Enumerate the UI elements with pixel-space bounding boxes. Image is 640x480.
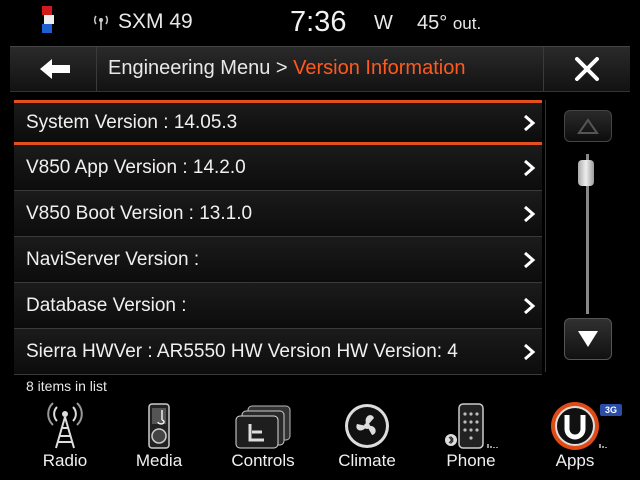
close-icon bbox=[575, 57, 599, 81]
network-badge: 3G bbox=[600, 404, 622, 416]
chevron-right-icon bbox=[524, 114, 536, 132]
page-title: Engineering Menu > Version Information bbox=[108, 57, 465, 80]
breadcrumb-current: Version Information bbox=[293, 57, 466, 79]
scroll-up-button[interactable] bbox=[564, 110, 612, 142]
nav-media-label: Media bbox=[135, 451, 183, 470]
back-arrow-icon bbox=[40, 59, 70, 79]
list-item-label: System Version : 14.05.3 bbox=[26, 112, 238, 133]
list-item-label: V850 App Version : 14.2.0 bbox=[26, 157, 246, 178]
nav-controls-label: Controls bbox=[231, 451, 295, 470]
version-list: System Version : 14.05.3 V850 App Versio… bbox=[14, 100, 542, 375]
satellite-radio-icon bbox=[93, 15, 109, 30]
radio-station[interactable]: SXM 49 bbox=[118, 10, 193, 34]
seat-controls-icon bbox=[235, 405, 291, 449]
chevron-right-icon bbox=[524, 205, 536, 223]
nav-radio-label: Radio bbox=[42, 451, 88, 470]
chevron-right-icon bbox=[524, 343, 536, 361]
nav-climate[interactable]: Climate bbox=[322, 396, 412, 480]
status-bar: SXM 49 7:36 W 45° out. bbox=[0, 0, 640, 46]
list-item[interactable]: Database Version : bbox=[14, 283, 542, 329]
list-item-label: Database Version : bbox=[26, 295, 187, 316]
list-item-label: V850 Boot Version : 13.1.0 bbox=[26, 203, 253, 224]
nav-climate-label: Climate bbox=[338, 451, 396, 470]
outside-temperature: 45° out. bbox=[417, 12, 481, 35]
list-item-label: Sierra HWVer : AR5550 HW Version HW Vers… bbox=[26, 341, 458, 362]
climate-fan-icon bbox=[345, 404, 389, 448]
list-item[interactable]: V850 Boot Version : 13.1.0 bbox=[14, 191, 542, 237]
list-item[interactable]: Sierra HWVer : AR5550 HW Version HW Vers… bbox=[14, 329, 542, 375]
bottom-nav: Radio Media Controls Climate Phone Apps bbox=[0, 396, 640, 480]
scroll-down-button[interactable] bbox=[564, 318, 612, 360]
title-bar: Engineering Menu > Version Information bbox=[10, 46, 630, 92]
nav-phone-label: Phone bbox=[446, 451, 496, 470]
triangle-down-icon bbox=[578, 331, 598, 347]
list-item[interactable]: V850 App Version : 14.2.0 bbox=[14, 145, 542, 191]
nav-phone[interactable]: Phone bbox=[426, 396, 516, 480]
nav-radio[interactable]: Radio bbox=[20, 396, 110, 480]
media-player-icon bbox=[148, 403, 170, 449]
close-button[interactable] bbox=[543, 47, 631, 91]
compass-direction: W bbox=[374, 12, 393, 34]
breadcrumb-parent[interactable]: Engineering Menu > bbox=[108, 57, 288, 79]
list-item[interactable]: NaviServer Version : bbox=[14, 237, 542, 283]
nav-controls[interactable]: Controls bbox=[218, 396, 308, 480]
clock: 7:36 bbox=[290, 6, 347, 38]
list-item[interactable]: System Version : 14.05.3 bbox=[14, 100, 542, 145]
item-count: 8 items in list bbox=[26, 378, 107, 394]
temperature-value: 45° bbox=[417, 12, 448, 34]
chevron-right-icon bbox=[524, 159, 536, 177]
phone-icon bbox=[445, 403, 498, 449]
scroll-thumb[interactable] bbox=[578, 160, 594, 186]
nav-media[interactable]: Media bbox=[114, 396, 204, 480]
scrollbar[interactable] bbox=[545, 100, 630, 372]
chevron-right-icon bbox=[524, 251, 536, 269]
temperature-suffix: out. bbox=[452, 14, 482, 33]
chevron-right-icon bbox=[524, 297, 536, 315]
triangle-up-icon bbox=[577, 118, 599, 134]
nav-apps-label: Apps bbox=[555, 451, 595, 470]
list-item-label: NaviServer Version : bbox=[26, 249, 200, 270]
back-button[interactable] bbox=[10, 47, 97, 91]
brand-flag-icon bbox=[42, 6, 56, 34]
radio-tower-icon bbox=[47, 402, 83, 449]
